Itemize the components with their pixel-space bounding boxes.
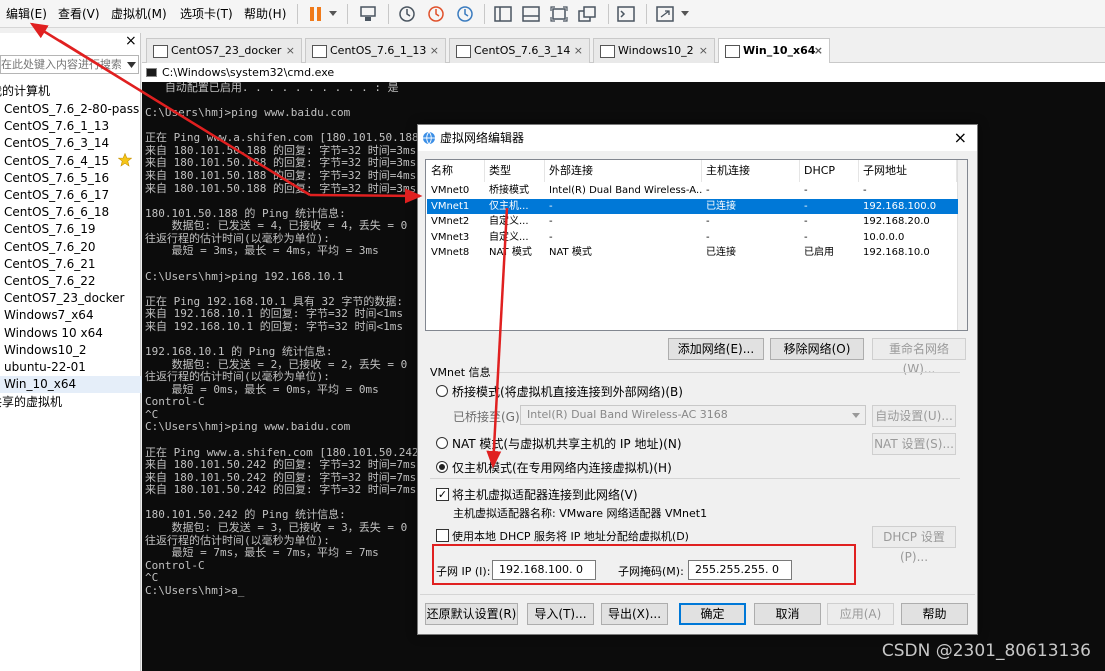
watermark: CSDN @2301_80613136 — [881, 641, 1091, 661]
thin-red-line — [59, 39, 311, 196]
arrow-to-vmnet1 — [309, 188, 423, 204]
annotation-arrows — [29, 22, 509, 469]
arrow-to-host-only — [486, 207, 509, 469]
